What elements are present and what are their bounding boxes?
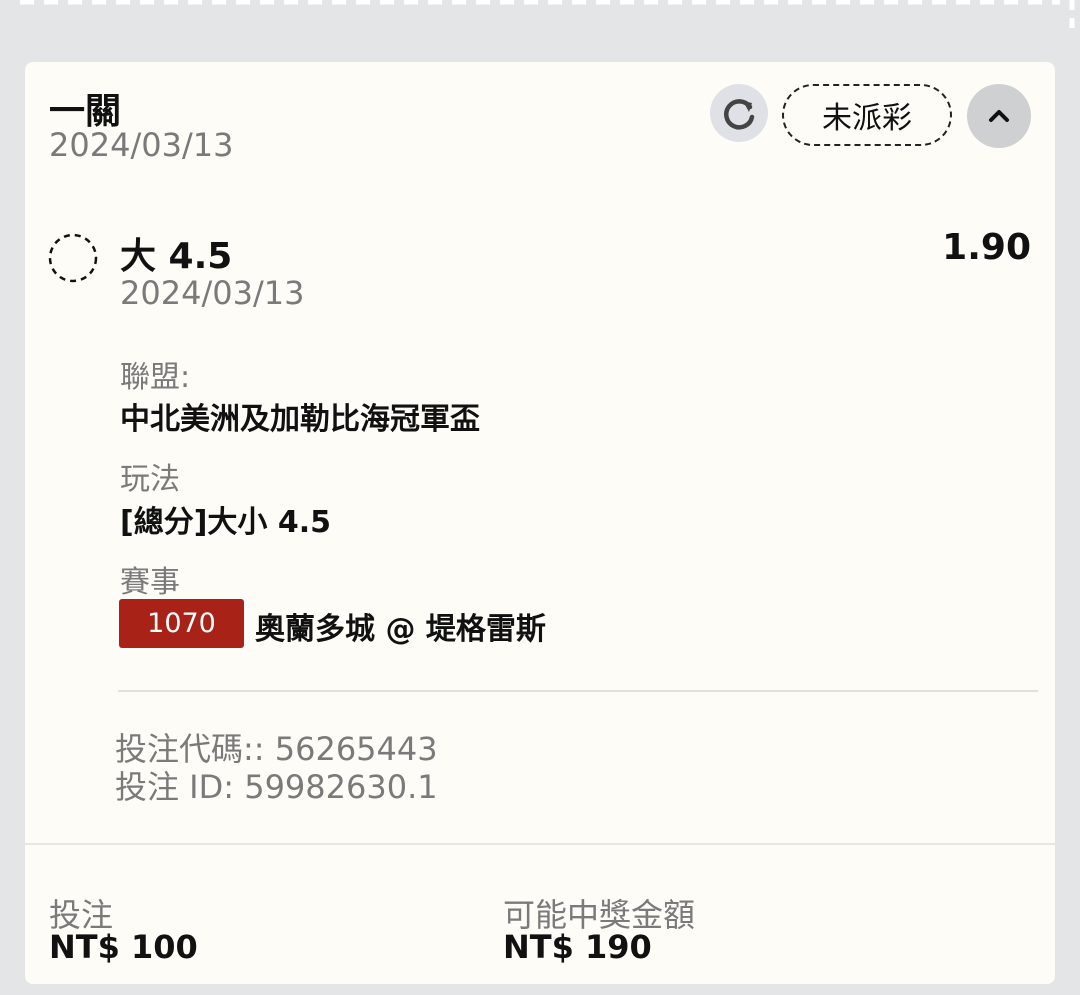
selection-odds: 1.90 (942, 227, 1031, 268)
match-name: 奧蘭多城 @ 堤格雷斯 (255, 612, 546, 647)
selection-name: 大 4.5 (120, 236, 233, 277)
bet-date: 2024/03/13 (49, 126, 234, 164)
collapse-button[interactable] (967, 84, 1031, 148)
bet-card: 一關 2024/03/13 未派彩 大 4.5 1.90 2024/03/13 … (25, 62, 1055, 984)
selection-date: 2024/03/13 (120, 274, 305, 312)
league-label: 聯盟: (120, 360, 191, 395)
market-label: 玩法 (120, 462, 180, 497)
match-code-badge: 1070 (119, 599, 244, 648)
pending-circle-icon (48, 233, 98, 283)
divider (25, 843, 1055, 845)
stake-value: NT$ 100 (49, 928, 198, 966)
league-value: 中北美洲及加勒比海冠軍盃 (120, 402, 480, 437)
event-label: 賽事 (120, 565, 180, 600)
ticket-top-edge (20, 0, 1075, 30)
refresh-button[interactable] (710, 84, 768, 142)
bet-id: 投注 ID: 59982630.1 (115, 768, 438, 806)
refresh-icon (724, 99, 755, 130)
potential-win-value: NT$ 190 (503, 928, 652, 966)
chevron-up-icon (989, 110, 1009, 122)
market-value: [總分]大小 4.5 (120, 505, 332, 540)
settlement-status-badge: 未派彩 (782, 84, 952, 146)
divider (118, 690, 1038, 692)
